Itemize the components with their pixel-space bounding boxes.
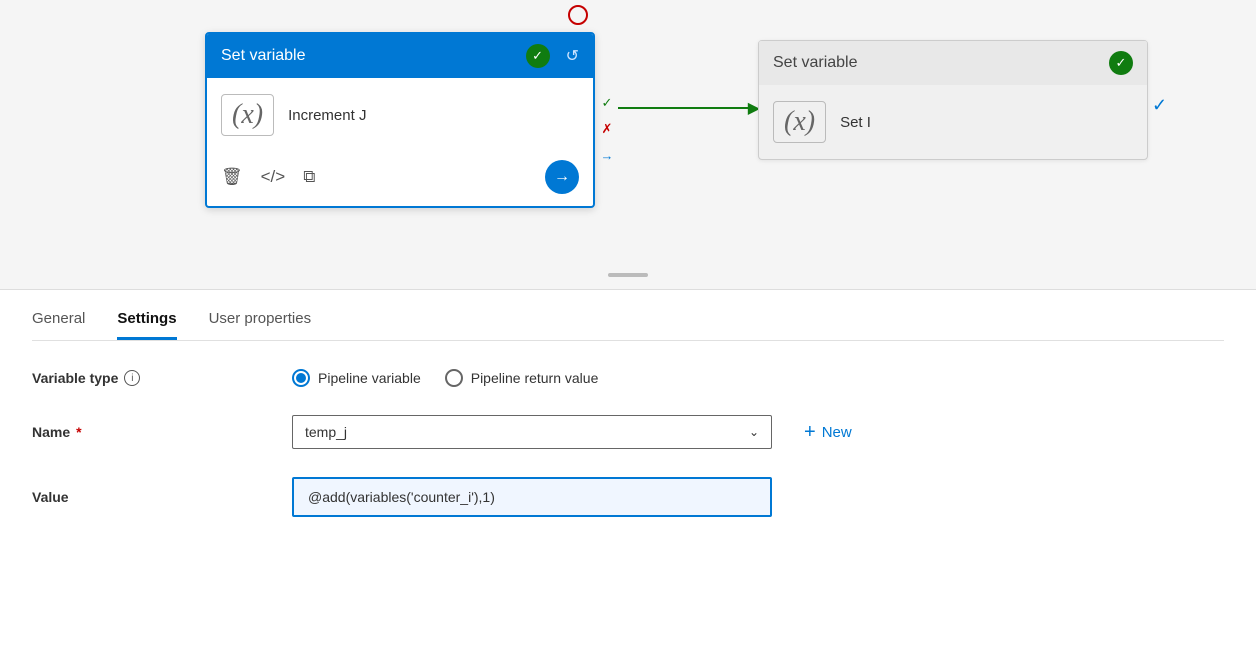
tabs-bar: General Settings User properties (32, 290, 1224, 341)
card-active-title: Set variable (221, 47, 306, 65)
new-label: New (822, 424, 852, 441)
card-inactive-check: ✓ (1109, 51, 1133, 75)
card-inactive-header: Set variable ✓ (759, 41, 1147, 85)
radio-pipeline-return-circle[interactable] (445, 369, 463, 387)
refresh-icon[interactable]: ↺ (566, 46, 579, 66)
card-active-label: Increment J (288, 107, 366, 124)
value-controls: @add(variables('counter_i'),1) (292, 477, 1224, 517)
card-set-variable-active: Set variable ✓ ↺ (x) Increment J 🗑 </> ⧉… (205, 32, 595, 208)
connector-success[interactable]: ✓ (596, 92, 618, 114)
card-set-variable-inactive: Set variable ✓ (x) Set I (758, 40, 1148, 160)
name-controls: temp_j ⌄ + New (292, 415, 1224, 449)
form-area: Variable type i Pipeline variable Pipeli… (32, 341, 1224, 517)
value-input[interactable]: @add(variables('counter_i'),1) (292, 477, 772, 517)
tab-settings[interactable]: Settings (117, 310, 176, 340)
card-active-header: Set variable ✓ ↺ (207, 34, 593, 78)
red-circle-connector[interactable] (568, 5, 588, 25)
connector-panel: ✓ ✗ → (596, 92, 618, 166)
radio-pipeline-variable[interactable]: Pipeline variable (292, 369, 421, 387)
name-dropdown-value: temp_j (305, 424, 749, 440)
connector-failure[interactable]: ✗ (596, 118, 618, 140)
code-icon[interactable]: </> (261, 167, 286, 187)
info-icon[interactable]: i (124, 370, 140, 386)
card-inactive-label: Set I (840, 114, 871, 131)
variable-type-controls: Pipeline variable Pipeline return value (292, 369, 1224, 387)
name-dropdown[interactable]: temp_j ⌄ (292, 415, 772, 449)
plus-icon: + (804, 421, 816, 444)
card-active-body: (x) Increment J (207, 78, 593, 152)
variable-x-icon-inactive: (x) (773, 101, 826, 143)
name-label: Name * (32, 424, 292, 440)
bottom-panel: General Settings User properties Variabl… (0, 290, 1256, 517)
delete-icon[interactable]: 🗑 (221, 167, 243, 187)
card-active-check: ✓ (526, 44, 550, 68)
arrow-line (618, 107, 750, 109)
variable-type-label: Variable type i (32, 370, 292, 386)
new-button[interactable]: + New (804, 421, 852, 444)
canvas-area: Set variable ✓ ↺ (x) Increment J 🗑 </> ⧉… (0, 0, 1256, 290)
card-inactive-body: (x) Set I (759, 85, 1147, 159)
radio-pipeline-variable-circle[interactable] (292, 369, 310, 387)
radio-pipeline-return[interactable]: Pipeline return value (445, 369, 599, 387)
radio-group: Pipeline variable Pipeline return value (292, 369, 598, 387)
tab-general[interactable]: General (32, 310, 85, 340)
variable-x-icon-active: (x) (221, 94, 274, 136)
card-inactive-title: Set variable (773, 54, 858, 72)
tab-user-properties[interactable]: User properties (209, 310, 312, 340)
connector-completion[interactable]: → (596, 144, 618, 166)
card-active-footer: 🗑 </> ⧉ → (207, 152, 593, 206)
flow-arrow: ▶ (618, 107, 760, 109)
name-row: Name * temp_j ⌄ + New (32, 415, 1224, 449)
variable-type-row: Variable type i Pipeline variable Pipeli… (32, 369, 1224, 387)
value-input-content: @add(variables('counter_i'),1) (308, 489, 495, 505)
value-row: Value @add(variables('counter_i'),1) (32, 477, 1224, 517)
chevron-down-icon: ⌄ (749, 425, 759, 439)
required-asterisk: * (76, 424, 81, 440)
copy-icon[interactable]: ⧉ (303, 167, 315, 187)
right-side-check[interactable]: ✓ (1152, 95, 1167, 116)
divider-handle[interactable] (608, 273, 648, 277)
value-label: Value (32, 489, 292, 505)
next-button[interactable]: → (545, 160, 579, 194)
